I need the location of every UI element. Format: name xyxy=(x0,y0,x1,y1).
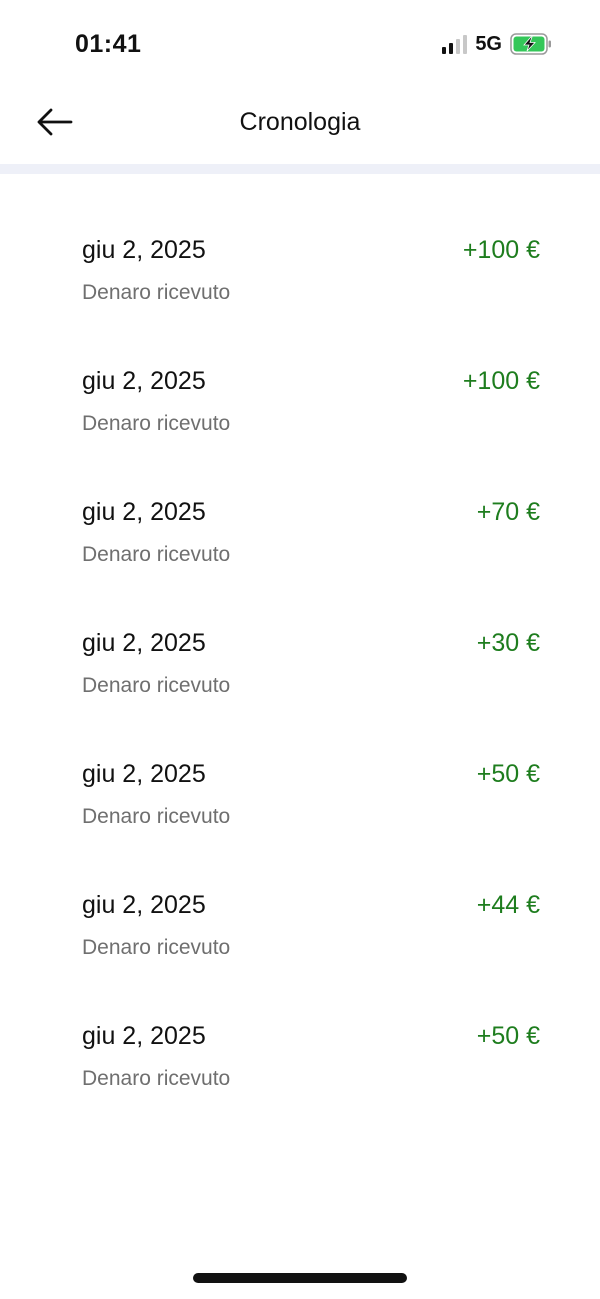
transaction-row[interactable]: giu 2, 2025 Denaro ricevuto +100 € xyxy=(0,346,600,477)
transaction-description: Denaro ricevuto xyxy=(82,805,231,828)
status-bar: 01:41 5G xyxy=(0,0,600,90)
transaction-list: giu 2, 2025 Denaro ricevuto +100 € giu 2… xyxy=(0,215,600,1132)
signal-bars-icon xyxy=(442,34,468,54)
transaction-description: Denaro ricevuto xyxy=(82,543,231,566)
transaction-amount: +100 € xyxy=(462,367,540,395)
transaction-amount: +30 € xyxy=(476,629,540,657)
transaction-date: giu 2, 2025 xyxy=(82,760,206,788)
transaction-amount: +50 € xyxy=(476,1022,540,1050)
header-divider xyxy=(0,164,600,174)
status-time: 01:41 xyxy=(75,30,142,58)
transaction-date: giu 2, 2025 xyxy=(82,629,206,657)
home-indicator[interactable] xyxy=(193,1273,407,1283)
transaction-date: giu 2, 2025 xyxy=(82,236,206,264)
transaction-description: Denaro ricevuto xyxy=(82,674,231,697)
transaction-date: giu 2, 2025 xyxy=(82,498,206,526)
transaction-date: giu 2, 2025 xyxy=(82,367,206,395)
transaction-date: giu 2, 2025 xyxy=(82,891,206,919)
transaction-amount: +50 € xyxy=(476,760,540,788)
transaction-amount: +100 € xyxy=(462,236,540,264)
transaction-row[interactable]: giu 2, 2025 Denaro ricevuto +44 € xyxy=(0,870,600,1001)
transaction-description: Denaro ricevuto xyxy=(82,1067,231,1090)
transaction-row[interactable]: giu 2, 2025 Denaro ricevuto +50 € xyxy=(0,739,600,870)
transaction-row[interactable]: giu 2, 2025 Denaro ricevuto +30 € xyxy=(0,608,600,739)
transaction-description: Denaro ricevuto xyxy=(82,936,231,959)
transaction-row[interactable]: giu 2, 2025 Denaro ricevuto +100 € xyxy=(0,215,600,346)
battery-charging-icon xyxy=(510,33,551,55)
transaction-description: Denaro ricevuto xyxy=(82,412,231,435)
transaction-description: Denaro ricevuto xyxy=(82,281,231,304)
transaction-date: giu 2, 2025 xyxy=(82,1022,206,1050)
transaction-row[interactable]: giu 2, 2025 Denaro ricevuto +50 € xyxy=(0,1001,600,1132)
header: Cronologia xyxy=(0,90,600,164)
page-title: Cronologia xyxy=(239,108,361,136)
network-type: 5G xyxy=(475,32,502,55)
status-indicators: 5G xyxy=(442,33,552,55)
transaction-amount: +44 € xyxy=(476,891,540,919)
transaction-amount: +70 € xyxy=(476,498,540,526)
transaction-row[interactable]: giu 2, 2025 Denaro ricevuto +70 € xyxy=(0,477,600,608)
